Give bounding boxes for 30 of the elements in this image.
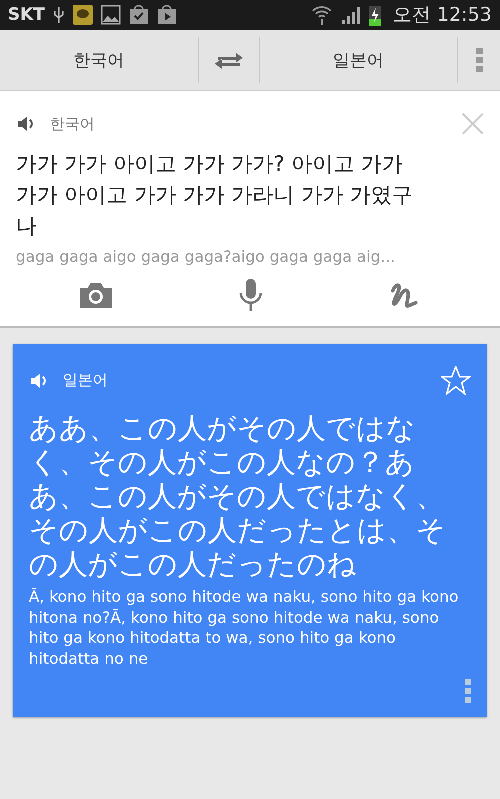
carrier-name: SKT	[8, 5, 46, 25]
microphone-button[interactable]	[238, 279, 263, 311]
chat-icon	[73, 5, 94, 25]
translated-text: ああ、この人がその人ではなく、その人がこの人なの？ああ、この人がその人ではなく、その人がこの人だったとは、その人がこの人だったのね	[29, 411, 447, 581]
camera-button[interactable]	[80, 282, 112, 308]
source-language-button[interactable]: 한국어	[0, 30, 198, 90]
overflow-menu-icon	[476, 48, 482, 72]
usb-icon	[53, 6, 66, 24]
swap-icon	[214, 51, 244, 69]
overflow-menu-icon	[465, 679, 471, 703]
signal-icon	[341, 5, 362, 25]
battery-icon	[369, 4, 382, 26]
target-language-button[interactable]: 일본어	[260, 30, 457, 90]
microphone-icon	[238, 279, 263, 311]
clock-time: 오전 12:53	[393, 3, 492, 28]
source-romanization: gaga gaga aigo gaga gaga?aigo gaga gaga aig...	[16, 248, 396, 266]
handwriting-button[interactable]	[390, 281, 420, 309]
image-icon	[101, 5, 122, 25]
wifi-icon	[311, 5, 334, 25]
camera-icon	[80, 282, 112, 308]
target-language-label: 일본어	[63, 371, 108, 390]
star-icon	[441, 366, 471, 395]
bag-play-icon	[157, 5, 178, 25]
bag-check-icon	[129, 5, 150, 25]
close-icon	[462, 113, 484, 135]
handwriting-icon	[390, 281, 420, 309]
translation-romanization: Ā, kono hito ga sono hitode wa naku, sono hito ga kono hitona no?Ā, kono hito ga sono hitode wa naku, sono hito ga kono hitodatta to wa, sono hito ga kono hitodatta no ne	[29, 587, 460, 669]
star-button[interactable]	[441, 366, 471, 395]
source-language-label: 한국어	[50, 114, 95, 134]
source-text: 가가 가가 아이고 가가 가가? 아이고 가가 가가 아이고 가가 가가 가라니 가가 가였구나	[16, 151, 414, 240]
